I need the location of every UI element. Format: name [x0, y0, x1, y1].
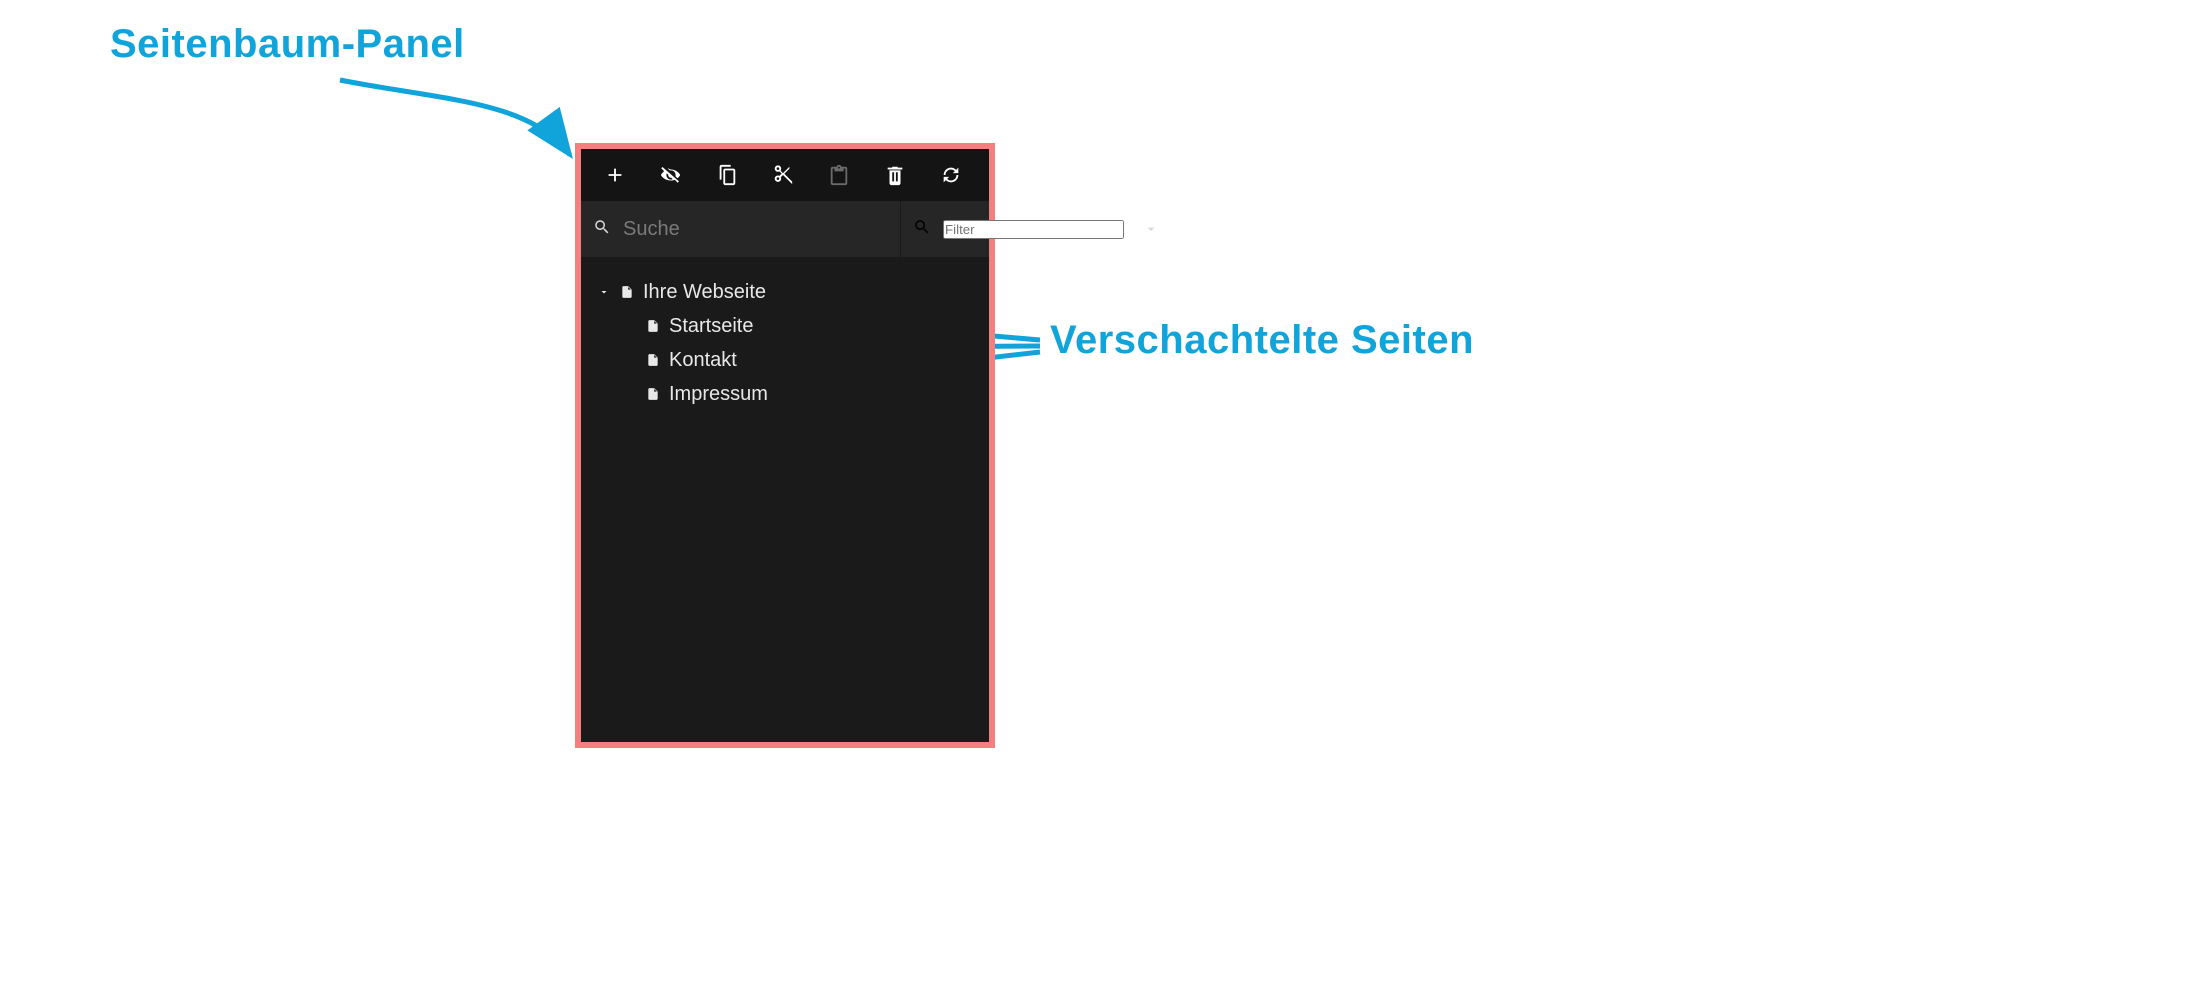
page-icon [645, 385, 661, 403]
annotation-nested-label: Verschachtelte Seiten [1050, 318, 1474, 363]
paste-button[interactable] [811, 149, 867, 201]
eye-slash-icon [660, 164, 682, 186]
chevron-down-icon [1143, 221, 1159, 237]
copy-icon [716, 164, 738, 186]
filter-search-icon [913, 218, 931, 241]
search-filter-row [581, 201, 989, 257]
search-container [581, 201, 901, 257]
cut-button[interactable] [755, 149, 811, 201]
tree-root-row[interactable]: Ihre Webseite [593, 275, 977, 309]
tree-item-label: Kontakt [669, 349, 737, 372]
copy-button[interactable] [699, 149, 755, 201]
filter-input[interactable] [943, 220, 1124, 239]
clipboard-icon [828, 164, 850, 186]
plus-icon [604, 164, 626, 186]
page-icon [619, 283, 635, 301]
caret-down-icon [597, 286, 611, 298]
tree-item[interactable]: Startseite [593, 309, 977, 343]
page-tree-panel: Ihre Webseite Startseite Kontakt Impress… [575, 143, 995, 748]
search-icon [593, 218, 611, 241]
page-tree: Ihre Webseite Startseite Kontakt Impress… [581, 257, 989, 429]
add-button[interactable] [587, 149, 643, 201]
refresh-icon [940, 164, 962, 186]
toggle-hidden-button[interactable] [643, 149, 699, 201]
refresh-button[interactable] [923, 149, 979, 201]
page-icon [645, 317, 661, 335]
tree-root-label: Ihre Webseite [643, 281, 766, 304]
filter-container [901, 201, 1178, 257]
cut-icon [772, 164, 794, 186]
annotation-panel-label: Seitenbaum-Panel [110, 22, 465, 67]
annotation-arrows [0, 0, 2192, 986]
search-input[interactable] [623, 218, 888, 241]
trash-icon [884, 164, 906, 186]
delete-button[interactable] [867, 149, 923, 201]
filter-dropdown-toggle[interactable] [1136, 221, 1166, 237]
tree-item[interactable]: Kontakt [593, 343, 977, 377]
tree-item[interactable]: Impressum [593, 377, 977, 411]
page-icon [645, 351, 661, 369]
tree-item-label: Impressum [669, 383, 768, 406]
tree-item-label: Startseite [669, 315, 753, 338]
panel-toolbar [581, 149, 989, 201]
